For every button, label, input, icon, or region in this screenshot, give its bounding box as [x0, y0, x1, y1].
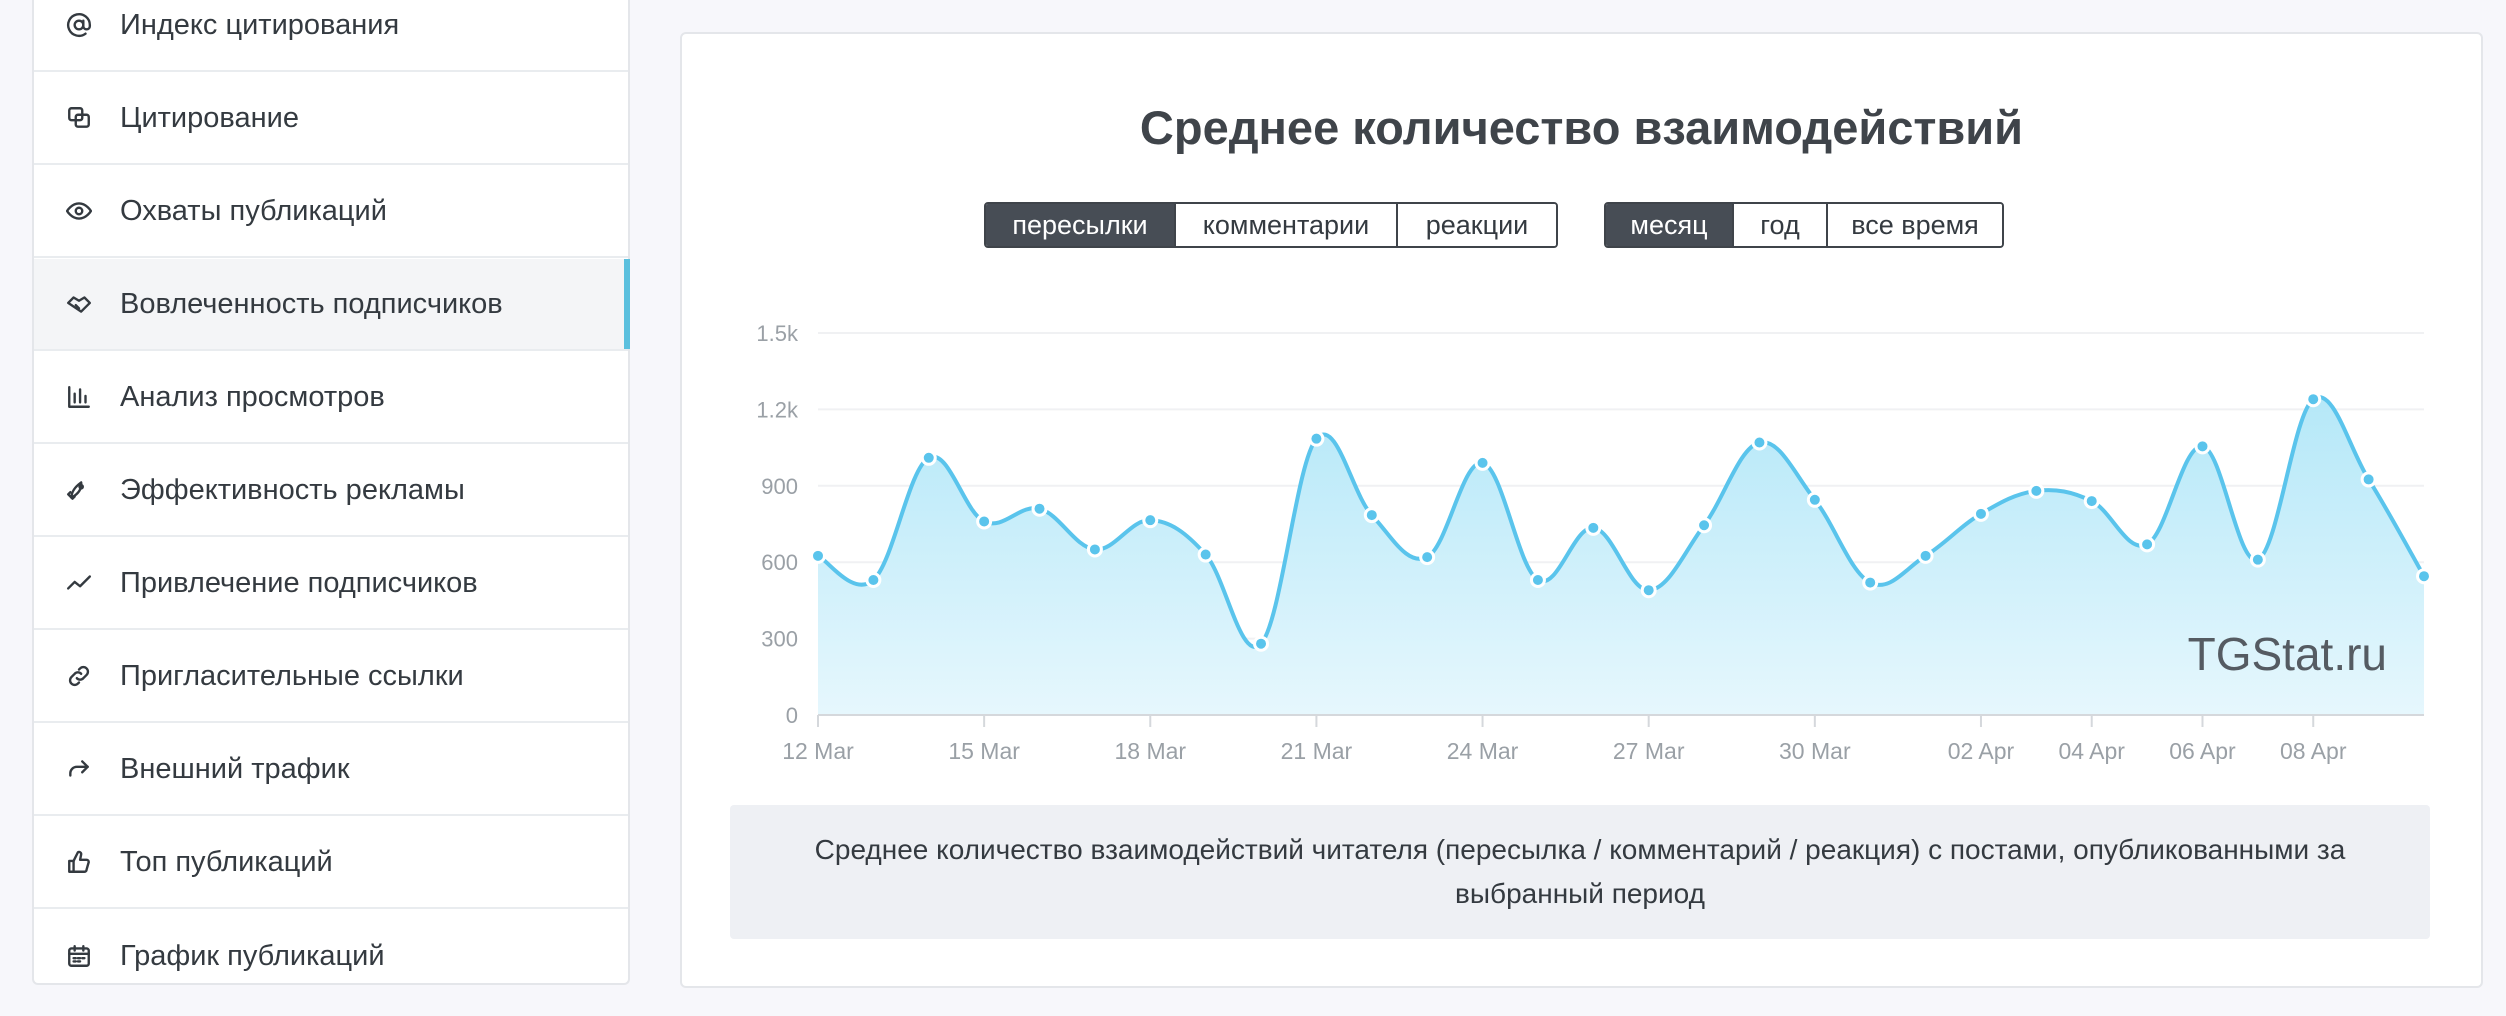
data-point [1972, 505, 1989, 522]
data-point [865, 572, 882, 589]
sidebar-item-label: График публикаций [120, 939, 385, 972]
data-point [920, 449, 937, 466]
eye-icon [64, 196, 94, 226]
x-tick-label: 12 Mar [782, 738, 854, 764]
x-tick-label: 24 Mar [1447, 738, 1519, 764]
data-point [1308, 430, 1325, 447]
data-point [1086, 541, 1103, 558]
thumbs-up-icon [64, 847, 94, 877]
data-point [1696, 517, 1713, 534]
x-tick-label: 02 Apr [1948, 738, 2015, 764]
sidebar-item-label: Индекс цитирования [120, 8, 400, 41]
data-point [1474, 454, 1491, 471]
data-point [2083, 493, 2100, 510]
y-tick-label: 1.2k [756, 397, 799, 422]
y-tick-label: 0 [786, 703, 798, 728]
rocket-icon [64, 475, 94, 505]
data-point [1751, 434, 1768, 451]
data-point [1917, 547, 1934, 564]
data-point [1031, 500, 1048, 517]
data-point [810, 547, 826, 564]
trend-icon [64, 568, 94, 598]
sidebar-item-eye[interactable]: Охваты публикаций [34, 166, 628, 258]
data-point [2360, 471, 2377, 488]
x-tick-label: 30 Mar [1779, 738, 1851, 764]
data-point [1585, 519, 1602, 536]
sidebar-nav: Индекс цитирования Цитирование Охваты публ… [32, 0, 630, 985]
data-point [2194, 438, 2211, 455]
data-point [1419, 549, 1436, 566]
sidebar-item-label: Вовлеченность подписчиков [120, 287, 503, 320]
y-tick-label: 300 [761, 627, 798, 652]
y-tick-label: 1.5k [756, 321, 799, 346]
data-point [1363, 507, 1380, 524]
x-tick-label: 18 Mar [1114, 738, 1186, 764]
x-tick-label: 21 Mar [1281, 738, 1353, 764]
data-point [1253, 635, 1270, 652]
data-point [1806, 491, 1823, 508]
data-point [1640, 582, 1657, 599]
sidebar-item-thumbs-up[interactable]: Топ публикаций [34, 817, 628, 909]
sidebar-item-handshake[interactable]: Вовлеченность подписчиков [34, 259, 630, 351]
calendar-icon [64, 941, 94, 971]
bar-chart-icon [64, 382, 94, 412]
sidebar-item-calendar[interactable]: График публикаций [34, 910, 628, 1002]
data-point [1197, 546, 1214, 563]
data-point [2305, 391, 2322, 408]
x-tick-label: 15 Mar [948, 738, 1020, 764]
data-point [1142, 512, 1159, 529]
watermark-text: TGStat.ru [2188, 628, 2387, 680]
sidebar-item-label: Пригласительные ссылки [120, 659, 464, 692]
x-tick-label: 06 Apr [2169, 738, 2236, 764]
x-tick-label: 08 Apr [2280, 738, 2347, 764]
sidebar-item-label: Цитирование [120, 101, 299, 134]
chart-description: Среднее количество взаимодействий читате… [730, 805, 2430, 939]
sidebar-item-bar-chart[interactable]: Анализ просмотров [34, 352, 628, 444]
data-point [2028, 482, 2045, 499]
data-point [2249, 551, 2266, 568]
sidebar-item-trend[interactable]: Привлечение подписчиков [34, 538, 628, 630]
sidebar-item-label: Анализ просмотров [120, 380, 385, 413]
link-icon [64, 661, 94, 691]
handshake-icon [64, 289, 94, 319]
quotes-icon [64, 103, 94, 133]
sidebar-item-label: Внешний трафик [120, 752, 350, 785]
sidebar-item-label: Эффективность рекламы [120, 473, 465, 506]
sidebar-item-label: Охваты публикаций [120, 194, 387, 227]
sidebar-item-link[interactable]: Пригласительные ссылки [34, 631, 628, 723]
sidebar-item-rocket[interactable]: Эффективность рекламы [34, 445, 628, 537]
share-arrow-icon [64, 754, 94, 784]
data-point [976, 513, 993, 530]
sidebar-item-label: Топ публикаций [120, 845, 333, 878]
data-point [2139, 536, 2156, 553]
data-point [1862, 574, 1879, 591]
sidebar-item-share-arrow[interactable]: Внешний трафик [34, 724, 628, 816]
sidebar-item-at[interactable]: Индекс цитирования [34, 0, 628, 72]
x-tick-label: 04 Apr [2058, 738, 2125, 764]
chart-card: Среднее количество взаимодействий пересы… [680, 32, 2483, 988]
y-tick-label: 900 [761, 474, 798, 499]
sidebar-item-quotes[interactable]: Цитирование [34, 73, 628, 165]
sidebar-item-label: Привлечение подписчиков [120, 566, 478, 599]
at-icon [64, 10, 94, 40]
x-tick-label: 27 Mar [1613, 738, 1685, 764]
y-tick-label: 600 [761, 550, 798, 575]
data-point [2416, 568, 2432, 585]
data-point [1529, 572, 1546, 589]
